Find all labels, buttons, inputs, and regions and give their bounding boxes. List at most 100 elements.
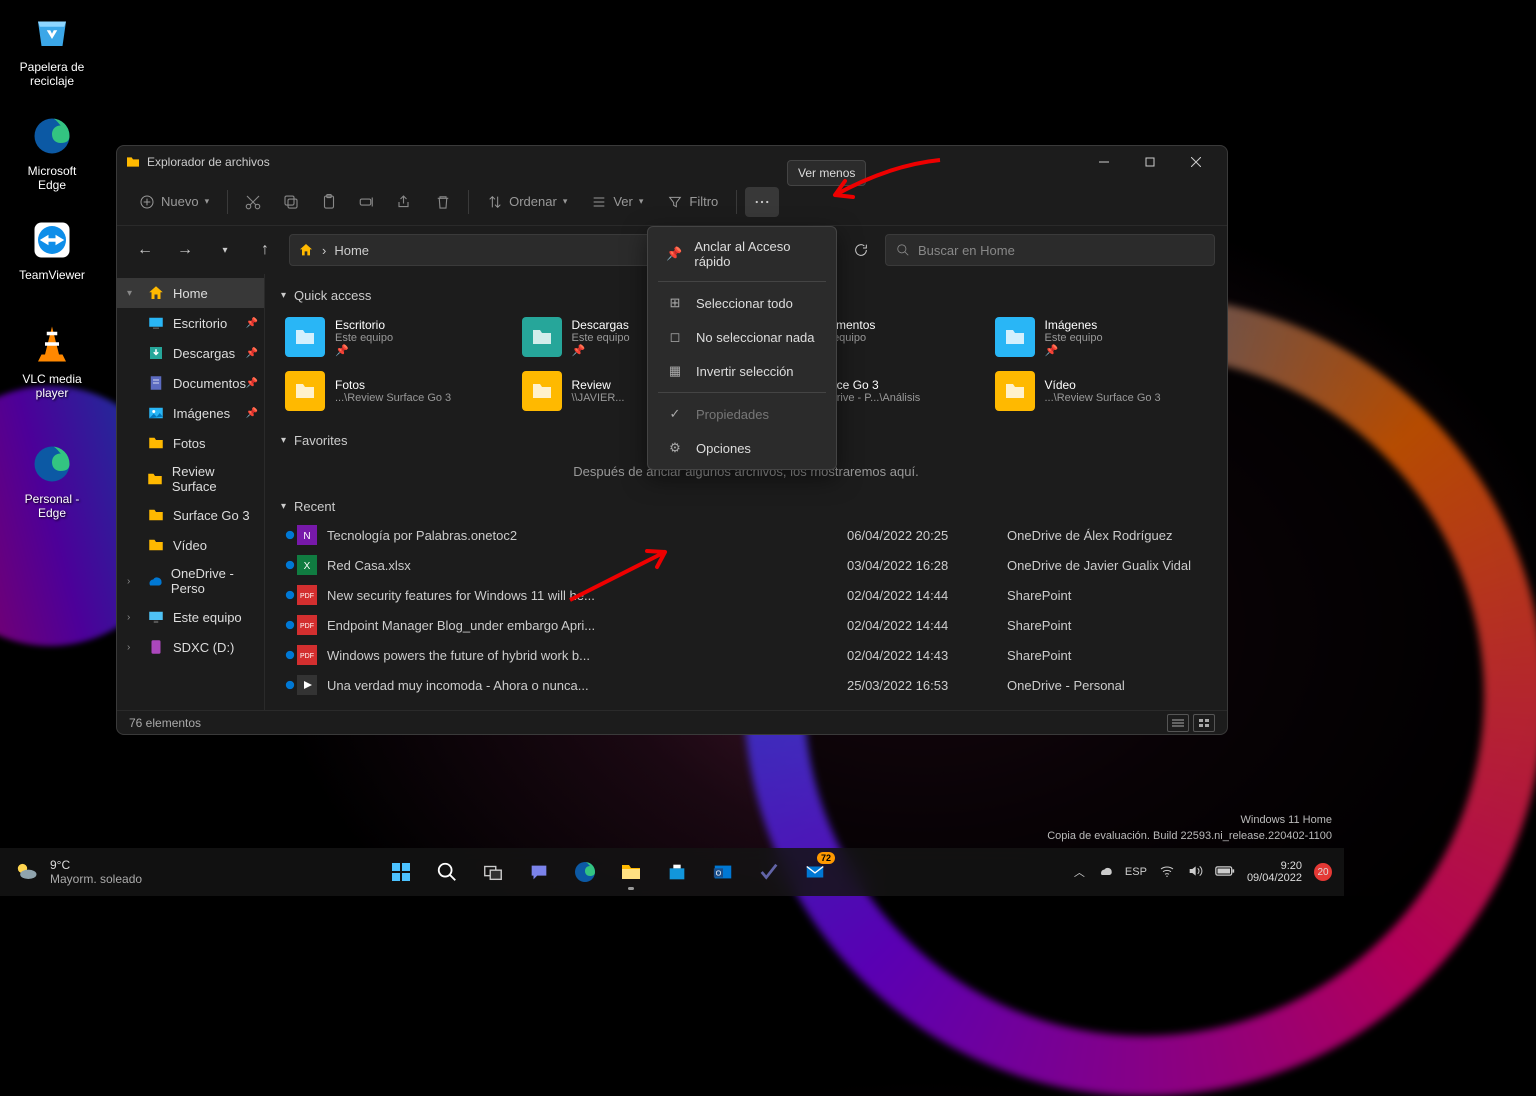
tray-chevron[interactable]: ︿ <box>1074 864 1085 880</box>
recent-item[interactable]: PDFNew security features for Windows 11 … <box>281 580 1211 610</box>
sidebar-item-review-surface[interactable]: Review Surface <box>117 458 264 500</box>
maximize-button[interactable] <box>1127 146 1173 178</box>
sidebar: ▾HomeEscritorio📌Descargas📌Documentos📌Imá… <box>117 274 265 710</box>
sidebar-item-este-equipo[interactable]: ›Este equipo <box>117 602 264 632</box>
desktop-icon-edge[interactable]: Microsoft Edge <box>12 112 92 192</box>
minimize-button[interactable] <box>1081 146 1127 178</box>
file-explorer-window: Explorador de archivos Nuevo ▾ Ordenar ▾ <box>116 145 1228 735</box>
search-button[interactable] <box>427 852 467 892</box>
item-count: 76 elementos <box>129 716 201 730</box>
search-icon <box>896 243 910 257</box>
clipboard-icon <box>320 193 338 211</box>
quick-access-item[interactable]: Vídeo...\Review Surface Go 3 <box>991 367 1212 415</box>
todo-button[interactable] <box>749 852 789 892</box>
sidebar-item-descargas[interactable]: Descargas📌 <box>117 338 264 368</box>
ctx-no-seleccionar-nada[interactable]: ◻No seleccionar nada <box>652 320 832 354</box>
rename-button[interactable] <box>350 187 384 217</box>
rename-icon <box>358 193 376 211</box>
weather-icon <box>12 858 40 886</box>
ctx-seleccionar-todo[interactable]: ⊞Seleccionar todo <box>652 286 832 320</box>
watermark: Windows 11 Home Copia de evaluación. Bui… <box>1047 813 1332 844</box>
explorer-button[interactable] <box>611 852 651 892</box>
icons-view-button[interactable] <box>1193 714 1215 732</box>
search-input[interactable]: Buscar en Home <box>885 234 1215 266</box>
chevron-down-icon: ▾ <box>281 290 286 301</box>
sidebar-item-surface-go-3[interactable]: Surface Go 3 <box>117 500 264 530</box>
folder-icon <box>125 154 141 170</box>
titlebar[interactable]: Explorador de archivos <box>117 146 1227 178</box>
language-indicator[interactable]: ESP <box>1125 866 1147 878</box>
close-button[interactable] <box>1173 146 1219 178</box>
window-title: Explorador de archivos <box>147 155 270 169</box>
view-button[interactable]: Ver ▾ <box>581 188 653 216</box>
svg-text:PDF: PDF <box>300 623 314 630</box>
recent-item[interactable]: NTecnología por Palabras.onetoc206/04/20… <box>281 520 1211 550</box>
trash-icon <box>434 193 452 211</box>
statusbar: 76 elementos <box>117 710 1227 734</box>
taskview-button[interactable] <box>473 852 513 892</box>
chat-button[interactable] <box>519 852 559 892</box>
share-button[interactable] <box>388 187 422 217</box>
svg-text:PDF: PDF <box>300 593 314 600</box>
ctx-invertir-selección[interactable]: ▦Invertir selección <box>652 354 832 388</box>
back-button[interactable]: ← <box>129 234 161 266</box>
section-recent[interactable]: ▾Recent <box>281 493 1211 520</box>
cut-button[interactable] <box>236 187 270 217</box>
desktop-icon-teamviewer[interactable]: TeamViewer <box>12 216 92 282</box>
sidebar-item-home[interactable]: ▾Home <box>117 278 264 308</box>
outlook-button[interactable]: O <box>703 852 743 892</box>
copy-button[interactable] <box>274 187 308 217</box>
mail-button[interactable]: 72 <box>795 852 835 892</box>
more-button[interactable] <box>745 187 779 217</box>
desktop-icon-personal-edge[interactable]: Personal - Edge <box>12 440 92 520</box>
paste-button[interactable] <box>312 187 346 217</box>
quick-access-item[interactable]: EscritorioEste equipo📌 <box>281 313 502 361</box>
recent-item[interactable]: Una verdad muy incomoda - Ahora o nunca.… <box>281 670 1211 700</box>
weather-widget[interactable]: 9°C Mayorm. soleado <box>12 858 142 886</box>
sort-icon <box>487 194 503 210</box>
quick-access-item[interactable]: ImágenesEste equipo📌 <box>991 313 1212 361</box>
details-view-button[interactable] <box>1167 714 1189 732</box>
ctx-opciones[interactable]: ⚙Opciones <box>652 431 832 465</box>
ctx-anclar-al-acceso-rápido[interactable]: 📌Anclar al Acceso rápido <box>652 231 832 277</box>
recent-item[interactable]: XRed Casa.xlsx03/04/2022 16:28OneDrive d… <box>281 550 1211 580</box>
sidebar-item-sdxc-(d:)[interactable]: ›SDXC (D:) <box>117 632 264 662</box>
notification-badge[interactable]: 20 <box>1314 863 1332 881</box>
desktop-icon-recycle[interactable]: Papelera de reciclaje <box>12 8 92 88</box>
delete-button[interactable] <box>426 187 460 217</box>
svg-text:PDF: PDF <box>300 653 314 660</box>
onedrive-tray-icon[interactable] <box>1097 863 1113 882</box>
start-button[interactable] <box>381 852 421 892</box>
filter-button[interactable]: Filtro <box>657 188 728 216</box>
recent-item[interactable]: PDFWindows powers the future of hybrid w… <box>281 640 1211 670</box>
volume-icon[interactable] <box>1187 863 1203 882</box>
scissors-icon <box>244 193 262 211</box>
desktop-icon-vlc[interactable]: VLC media player <box>12 320 92 400</box>
svg-text:N: N <box>303 531 310 542</box>
quick-access-item[interactable]: Fotos...\Review Surface Go 3 <box>281 367 502 415</box>
sidebar-item-imágenes[interactable]: Imágenes📌 <box>117 398 264 428</box>
sidebar-item-escritorio[interactable]: Escritorio📌 <box>117 308 264 338</box>
refresh-button[interactable] <box>845 234 877 266</box>
edge-button[interactable] <box>565 852 605 892</box>
home-icon <box>298 242 314 258</box>
recent-item[interactable]: PDFEndpoint Manager Blog_under embargo A… <box>281 610 1211 640</box>
toolbar: Nuevo ▾ Ordenar ▾ Ver ▾ Filtro <box>117 178 1227 226</box>
chevron-down-icon: ▾ <box>205 196 210 207</box>
store-button[interactable] <box>657 852 697 892</box>
new-button[interactable]: Nuevo ▾ <box>129 188 219 216</box>
sidebar-item-documentos[interactable]: Documentos📌 <box>117 368 264 398</box>
sidebar-item-fotos[interactable]: Fotos <box>117 428 264 458</box>
clock[interactable]: 9:20 09/04/2022 <box>1247 860 1302 884</box>
sidebar-item-onedrive---perso[interactable]: ›OneDrive - Perso <box>117 560 264 602</box>
sidebar-item-vídeo[interactable]: Vídeo <box>117 530 264 560</box>
wifi-icon[interactable] <box>1159 863 1175 882</box>
breadcrumb-item[interactable]: Home <box>334 243 369 258</box>
taskbar: 9°C Mayorm. soleado O 72 ︿ ESP 9:20 09/0… <box>0 848 1344 896</box>
up-button[interactable]: ↑ <box>249 234 281 266</box>
battery-icon[interactable] <box>1215 865 1235 880</box>
plus-circle-icon <box>139 194 155 210</box>
recent-locations-button[interactable]: ▾ <box>209 234 241 266</box>
forward-button[interactable]: → <box>169 234 201 266</box>
sort-button[interactable]: Ordenar ▾ <box>477 188 577 216</box>
